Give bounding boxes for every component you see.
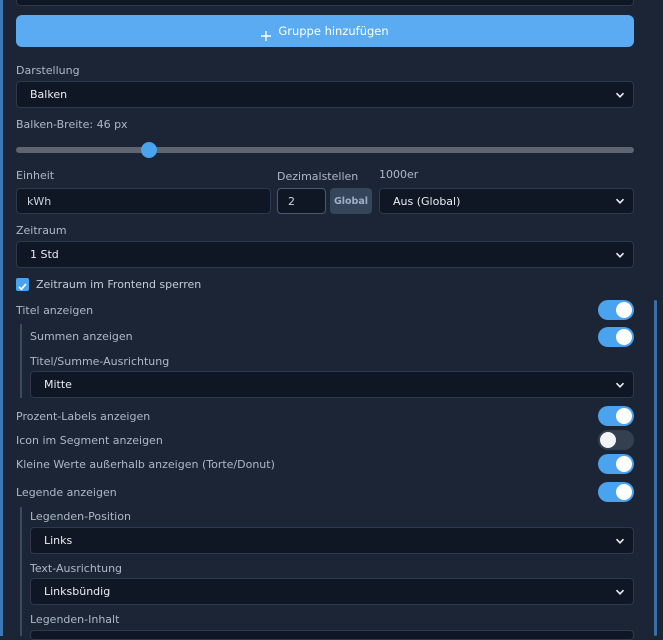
zeitraum-sperren-label: Zeitraum im Frontend sperren [36,278,202,291]
global-button-label: Global [333,195,369,207]
kleine-werte-label: Kleine Werte außerhalb anzeigen (Torte/D… [16,458,275,471]
toggle-knob [616,456,632,472]
toggle-knob [616,329,632,345]
darstellung-select[interactable]: Balken [16,81,634,108]
titel-anzeigen-label: Titel anzeigen [16,304,94,317]
einheit-value: kWh [27,194,52,208]
tausender-select[interactable]: Aus (Global) [379,188,634,214]
text-ausrichtung-label: Text-Ausrichtung [30,562,123,575]
prozent-labels-label: Prozent-Labels anzeigen [16,410,151,423]
icon-segment-toggle[interactable] [598,430,634,450]
tausender-value: Aus (Global) [393,194,461,208]
add-group-button[interactable]: Gruppe hinzufügen [16,15,634,47]
text-ausrichtung-select[interactable]: Linksbündig [30,578,634,605]
zeitraum-value: 1 Std [30,248,59,261]
einheit-label: Einheit [16,169,55,182]
dezimalstellen-label: Dezimalstellen [277,170,359,183]
legenden-position-label: Legenden-Position [30,510,131,523]
darstellung-label: Darstellung [16,64,80,77]
legenden-inhalt-label: Legenden-Inhalt [30,613,120,626]
zeitraum-sperren-checkbox[interactable] [16,278,29,291]
tausender-label: 1000er [379,168,419,181]
summen-anzeigen-label: Summen anzeigen [30,330,133,343]
legenden-inhalt-select-partial[interactable] [30,630,634,640]
einheit-input[interactable]: kWh [16,188,271,214]
toggle-knob [616,484,632,500]
nested-group-line [20,507,22,636]
checkmark-icon [16,278,29,297]
chevron-down-icon [615,196,625,206]
legenden-position-value: Links [44,534,73,547]
plus-icon [261,26,272,41]
scrollbar-track[interactable] [654,300,657,636]
nested-group-line [20,324,22,398]
toggle-knob [600,432,616,448]
zeitraum-label: Zeitraum [16,224,67,237]
chevron-down-icon [615,380,625,390]
add-group-label: Gruppe hinzufügen [278,24,389,38]
toggle-knob [616,302,632,318]
text-ausrichtung-value: Linksbündig [44,585,111,598]
titel-anzeigen-toggle[interactable] [598,300,634,320]
toggle-knob [616,408,632,424]
ausrichtung-label: Titel/Summe-Ausrichtung [30,355,170,368]
chevron-down-icon [615,587,625,597]
legende-anzeigen-label: Legende anzeigen [16,486,117,499]
summen-anzeigen-toggle[interactable] [598,327,634,347]
dezimalstellen-value: 2 [288,194,295,208]
prozent-labels-toggle[interactable] [598,406,634,426]
chevron-down-icon [615,536,625,546]
zeitraum-select[interactable]: 1 Std [16,241,634,268]
chevron-down-icon [615,90,625,100]
dezimalstellen-input[interactable]: 2 [277,188,326,214]
legende-anzeigen-toggle[interactable] [598,482,634,502]
balken-breite-slider[interactable] [16,140,634,160]
darstellung-value: Balken [30,88,68,101]
slider-track [16,147,634,153]
kleine-werte-toggle[interactable] [598,454,634,474]
ausrichtung-value: Mitte [44,378,72,391]
global-button[interactable]: Global [330,188,372,214]
ausrichtung-select[interactable]: Mitte [30,371,634,398]
slider-thumb[interactable] [141,142,158,158]
balken-breite-label: Balken-Breite: 46 px [16,118,128,131]
legenden-position-select[interactable]: Links [30,527,634,554]
top-field-partial[interactable] [16,0,634,6]
icon-segment-label: Icon im Segment anzeigen [16,434,163,447]
chevron-down-icon [615,250,625,260]
left-edge-line [0,0,3,636]
